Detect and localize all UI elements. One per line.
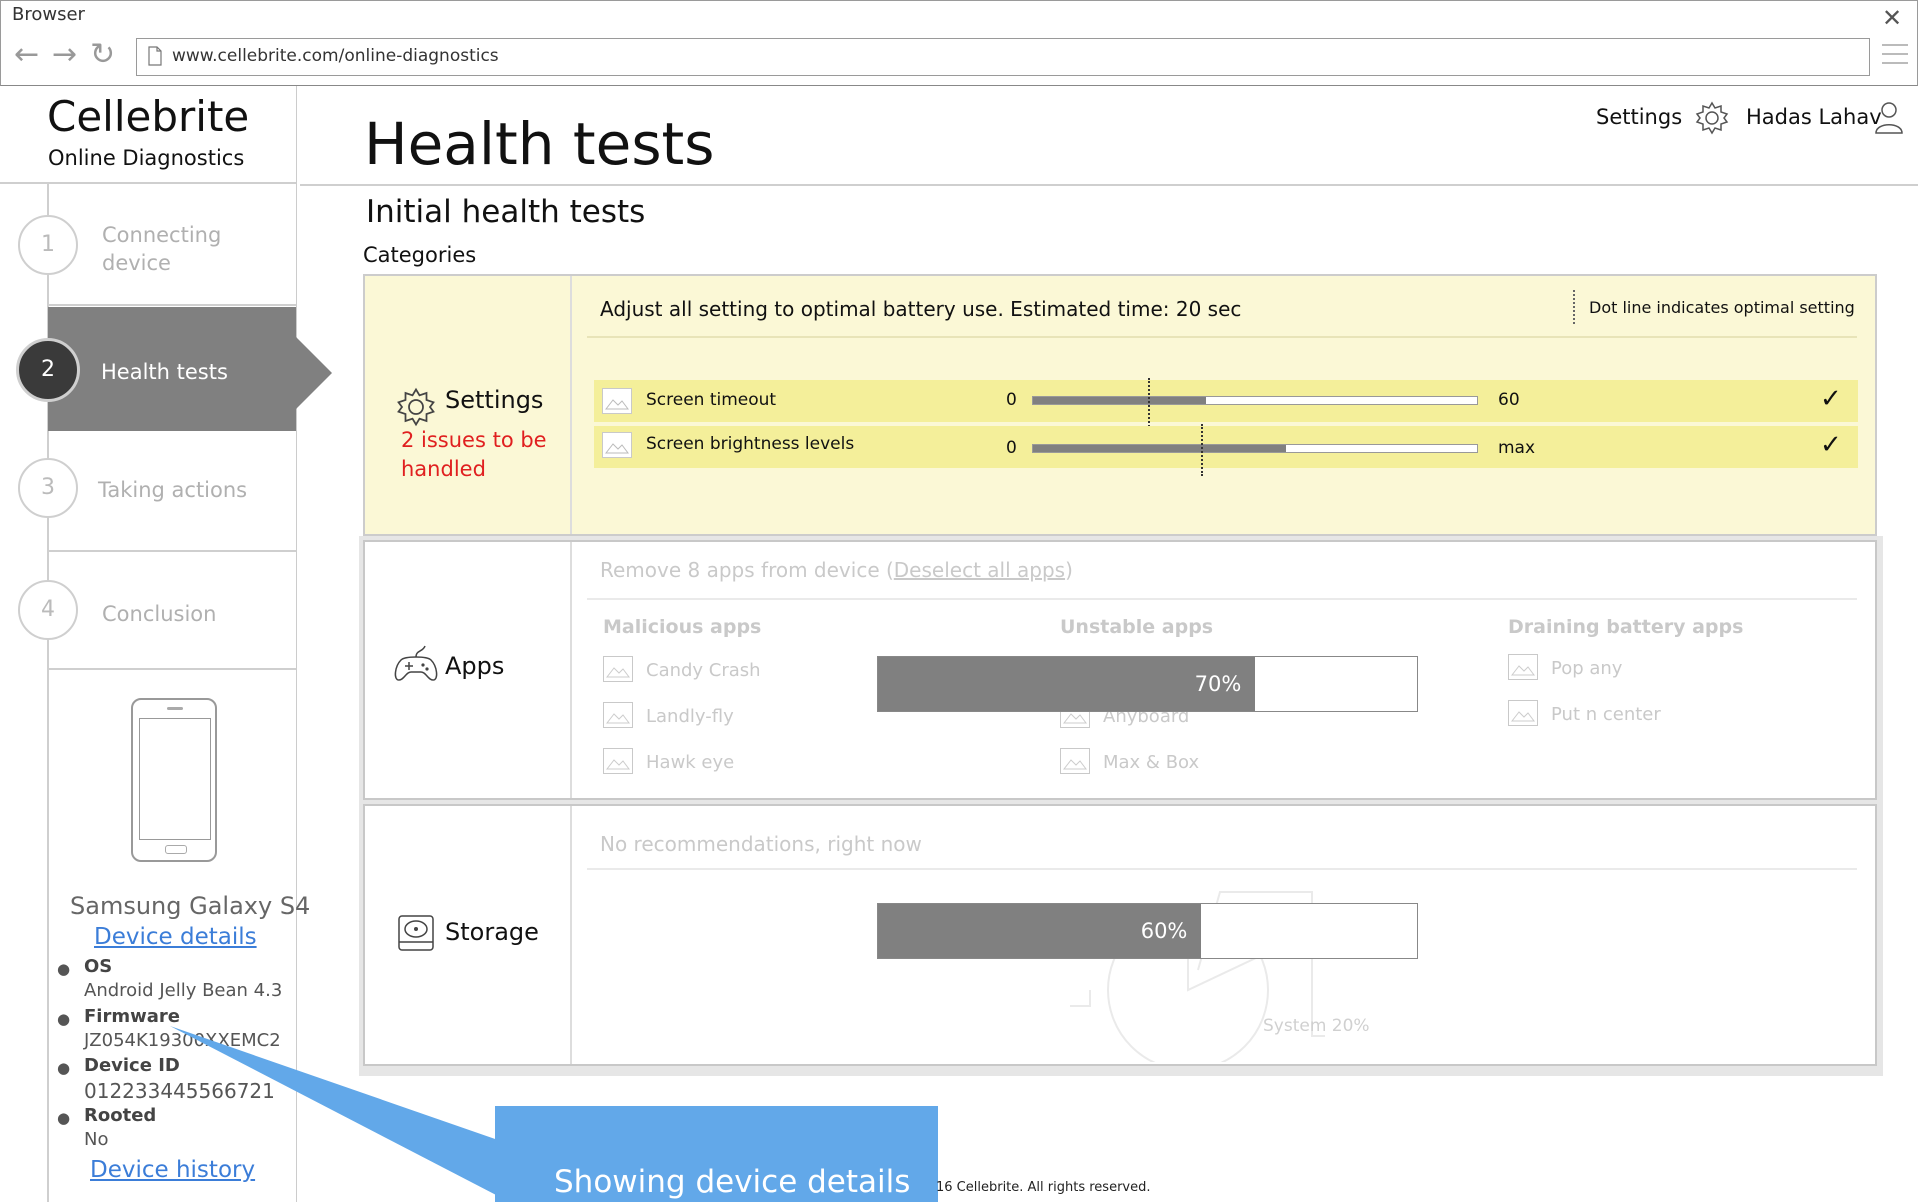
image-placeholder-icon	[1508, 654, 1538, 680]
callout-text: Showing device details	[554, 1164, 911, 1200]
apps-progress-bar: 70%	[877, 656, 1418, 712]
image-placeholder-icon	[1508, 700, 1538, 726]
pie-label-system: System 20%	[1263, 1016, 1370, 1036]
progress-fill: 60%	[878, 904, 1202, 958]
optimal-setting-line	[1201, 424, 1204, 476]
legend-text: Dot line indicates optimal setting	[1589, 298, 1855, 317]
deselect-all-apps-link[interactable]: Deselect all apps	[894, 558, 1065, 582]
app-item[interactable]: Put n center	[1551, 704, 1661, 725]
check-icon: ✓	[1820, 430, 1842, 460]
setting-slider[interactable]	[1032, 396, 1478, 405]
slider-max: 60	[1498, 390, 1520, 410]
apps-description-suffix: )	[1065, 558, 1073, 582]
image-placeholder-icon	[1060, 748, 1090, 774]
settings-link[interactable]: Settings	[1596, 105, 1682, 129]
storage-progress-bar: 60%	[877, 903, 1418, 959]
user-icon[interactable]	[1874, 100, 1904, 138]
gear-icon[interactable]	[1694, 100, 1730, 140]
slider-min: 0	[1006, 438, 1017, 458]
optimal-setting-line	[1147, 378, 1150, 430]
app-item[interactable]: Max & Box	[1103, 752, 1199, 773]
slider-max: max	[1498, 438, 1536, 458]
slider-fill	[1033, 445, 1287, 452]
progress-fill: 70%	[878, 657, 1256, 711]
close-icon[interactable]: ✕	[1882, 4, 1902, 32]
app-item[interactable]: Pop any	[1551, 658, 1622, 679]
check-icon: ✓	[1820, 384, 1842, 414]
user-name[interactable]: Hadas Lahav	[1746, 105, 1882, 129]
app-column-heading: Draining battery apps	[1508, 616, 1744, 638]
menu-icon[interactable]	[1882, 44, 1908, 71]
footer-copyright: 16 Cellebrite. All rights reserved.	[936, 1180, 1151, 1195]
app-column-heading: Unstable apps	[1060, 616, 1214, 638]
setting-slider[interactable]	[1032, 444, 1478, 453]
legend-dot-line	[1573, 290, 1575, 324]
slider-min: 0	[1006, 390, 1017, 410]
slider-fill	[1033, 397, 1207, 404]
